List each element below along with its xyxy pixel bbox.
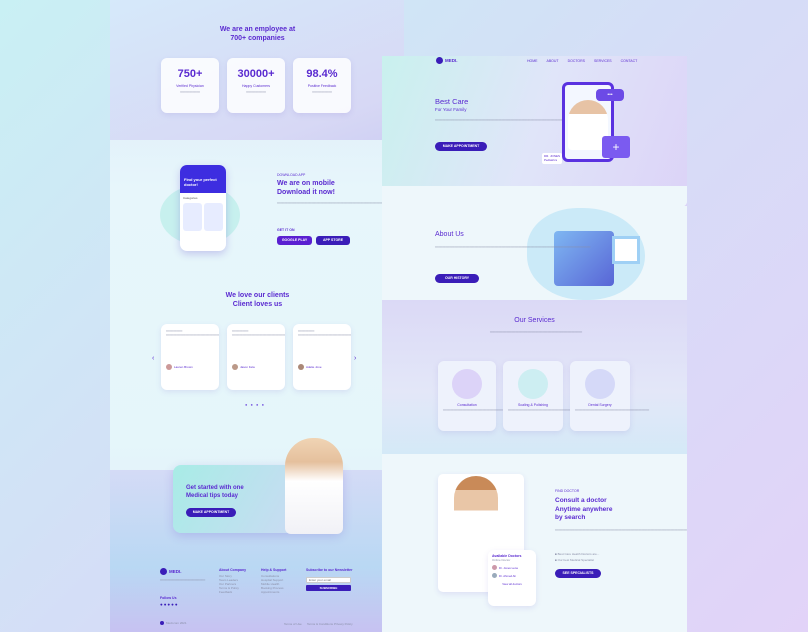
stat-label: Positive Feedback [307, 84, 337, 88]
hero-doctor-tag: DR. JONES Pediatrics [542, 153, 563, 164]
footer-about-text: ━━━━━━━━━━━━━━━━━━━━━━━━━ [160, 578, 206, 582]
copyright: Medi.com 2021 [160, 621, 187, 625]
surgery-icon [585, 369, 615, 399]
find-kicker: FIND DOCTOR [555, 489, 580, 493]
service-card-surgery[interactable]: Dental Surgery ━━━━━━━━━━━━━━━━━━━━━━━━━… [570, 361, 649, 431]
doctor-image [285, 438, 343, 534]
phone-title: Find your perfect doctor! [184, 177, 217, 187]
doctor-name[interactable]: Dr. Ahmed Ali [499, 574, 516, 578]
privacy-link[interactable]: Privacy Policy [334, 622, 353, 626]
left-page: We are an employee at 700+ companies 750… [110, 0, 404, 632]
logo-icon [160, 568, 167, 575]
nav-about[interactable]: ABOUT [547, 59, 559, 63]
find-bullet-2: ■ Our best Medical Specialist [555, 558, 595, 562]
window-illustration [612, 236, 640, 264]
follow-label: Follow Us [160, 596, 177, 600]
footer-link[interactable]: Feedback [219, 590, 246, 594]
nav-doctors[interactable]: DOCTORS [568, 59, 585, 63]
newsletter-title: Subscribe to our Newsletter [306, 568, 353, 572]
header-logo[interactable]: MEDI. [436, 57, 458, 64]
nav-contact[interactable]: CONTACT [621, 59, 638, 63]
social-icons[interactable]: ●●●●● [160, 602, 179, 607]
right-page: MEDI. HOME ABOUT DOCTORS SERVICES CONTAC… [382, 56, 687, 632]
footer-col-company: About Company Our Story Team Leaders Our… [219, 568, 247, 594]
app-text: ━━━━━━━━━━━━━━━━━━━━━━━━━━━━━━━━━━━━━━━━… [277, 201, 404, 205]
stat-label: Happy Customers [241, 84, 270, 88]
newsletter-email-input[interactable] [306, 577, 351, 583]
doctor-name[interactable]: Dr. Jones Lena [499, 566, 518, 570]
service-card-scaling[interactable]: Scaling & Polishing ━━━━━━━━━━━━━━━━━━━━… [503, 361, 582, 431]
dental-illustration [554, 231, 614, 286]
carousel-dots[interactable]: ● ● ● ● [245, 402, 265, 407]
get-it-label: GET IT ON [277, 228, 295, 232]
nav-home[interactable]: HOME [527, 59, 538, 63]
footer-link[interactable]: Appointments [261, 590, 286, 594]
view-all-doctors-link[interactable]: View all doctors [488, 582, 536, 586]
stat-card-1: 750+ Verified Physician ━━━━━━━━━━━ [161, 58, 219, 113]
main-nav: HOME ABOUT DOCTORS SERVICES CONTACT [527, 59, 637, 63]
avatar [492, 565, 497, 570]
testimonials-title: We love our clients Client loves us [225, 292, 290, 308]
app-kicker: DOWNLOAD APP [277, 173, 306, 177]
stat-value: 98.4% [306, 68, 338, 80]
avatar [298, 364, 304, 370]
next-arrow-icon[interactable]: › [354, 355, 356, 362]
hero-title: Best Care [435, 97, 469, 106]
app-store-button[interactable]: APP STORE [316, 236, 350, 245]
testimonial-card-1: ━━━━━━━━━ ━━━━━━━━━━━━━━━━━━━━━━━━━━━━━━… [161, 324, 219, 390]
conditions-link[interactable]: Terms & Conditions [307, 622, 333, 626]
medical-kit-icon: + [602, 136, 630, 158]
avatar [232, 364, 238, 370]
service-card-consultation[interactable]: Consultation ━━━━━━━━━━━━━━━━━━━━━━━━━━━… [438, 361, 517, 431]
google-play-button[interactable]: GOOGLE PLAY [277, 236, 312, 245]
phone-mockup: Find your perfect doctor! Categories [180, 165, 226, 251]
services-text: ━━━━━━━━━━━━━━━━━━━━━━━━━━━━━━━━━━━━━━━━… [489, 330, 583, 334]
hero-band [382, 56, 687, 206]
see-specialists-button[interactable]: SEE SPECIALISTS [555, 569, 601, 578]
phone-header: Find your perfect doctor! [180, 165, 226, 193]
avatar [166, 364, 172, 370]
chat-bubble-icon: ••• [596, 89, 624, 101]
find-title: Consult a doctor Anytime anywhere by sea… [555, 497, 613, 521]
consultation-icon [452, 369, 482, 399]
stat-label: Verified Physician [176, 84, 204, 88]
nav-services[interactable]: SERVICES [594, 59, 612, 63]
about-text: ━━━━━━━━━━━━━━━━━━━━━━━━━━━━━━━━━━━━━━━━… [435, 245, 591, 249]
cta-title: Get started with one Medical tips today [186, 485, 244, 499]
stat-card-2: 30000+ Happy Customers ━━━━━━━━━━━ [227, 58, 285, 113]
about-title: About Us [435, 231, 464, 238]
logo-icon [436, 57, 443, 64]
hero-appointment-button[interactable]: MAKE APPOINTMENT [435, 142, 487, 151]
avatar [492, 573, 497, 578]
hero-subtitle: For Your Family [435, 107, 467, 112]
find-bullet-1: ■ Best Care Health Doctors are... [555, 552, 600, 556]
testimonial-name: Jason Fela [240, 365, 255, 369]
prev-arrow-icon[interactable]: ‹ [152, 355, 154, 362]
stat-card-3: 98.4% Positive Feedback ━━━━━━━━━━━ [293, 58, 351, 113]
footer-col-help: Help & Support Consultations Hospital Su… [261, 568, 287, 594]
phone-categories: Categories [183, 196, 198, 200]
testimonial-name: Adelie Jove [306, 365, 322, 369]
available-doctors-card: Available Doctors Online Doctor Dr. Jone… [488, 550, 536, 606]
stat-value: 750+ [177, 68, 203, 80]
testimonial-card-2: ━━━━━━━━━ ━━━━━━━━━━━━━━━━━━━━━━━━━━━━━━… [227, 324, 285, 390]
stat-value: 30000+ [237, 68, 275, 80]
cta-button[interactable]: MAKE APPOINTMENT [186, 508, 236, 517]
about-history-button[interactable]: OUR HISTORY [435, 274, 479, 283]
scaling-icon [518, 369, 548, 399]
hero-text: ━━━━━━━━━━━━━━━━━━━━━━━━━━━━━━━━━━━━━━━━… [435, 118, 567, 122]
footer-logo[interactable]: MEDI. [160, 568, 182, 575]
app-title: We are on mobile Download it now! [277, 180, 335, 196]
employee-title: We are an employee at 700+ companies [219, 26, 296, 42]
terms-link[interactable]: Terms of Use [284, 622, 302, 626]
subscribe-button[interactable]: SUBSCRIBE [306, 585, 351, 591]
testimonial-card-3: ━━━━━━━━━ ━━━━━━━━━━━━━━━━━━━━━━━━━━━━━━… [293, 324, 351, 390]
hero-wave [382, 186, 687, 226]
find-text: ━━━━━━━━━━━━━━━━━━━━━━━━━━━━━━━━━━━━━━━━… [555, 528, 687, 532]
testimonial-name: Lauren Brown [174, 365, 193, 369]
services-title: Our Services [514, 317, 555, 324]
